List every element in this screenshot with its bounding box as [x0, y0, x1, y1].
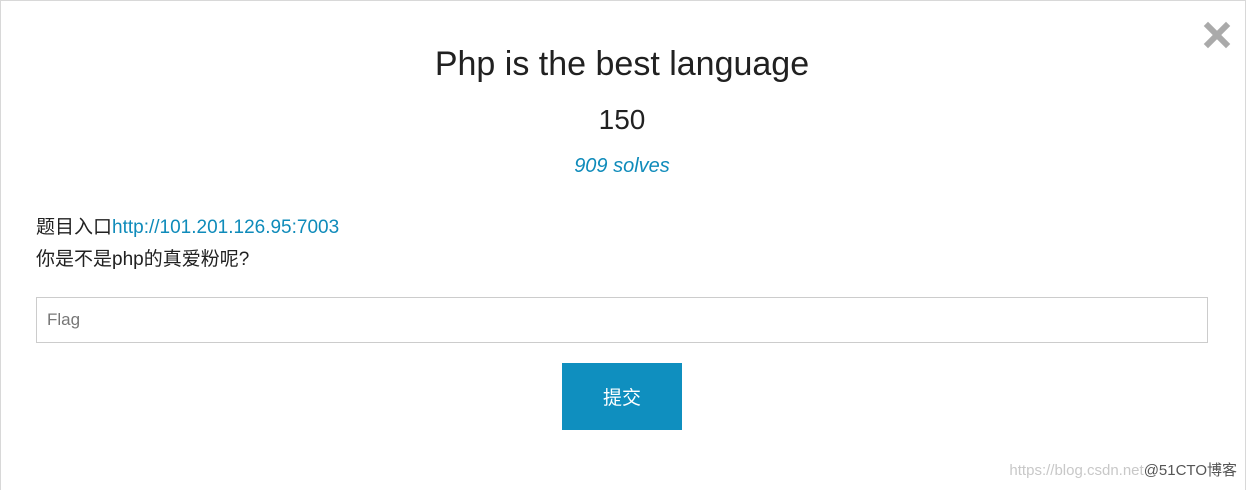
description-line-2: 你是不是php的真爱粉呢?: [36, 249, 250, 270]
flag-input[interactable]: [36, 297, 1208, 343]
watermark-url: https://blog.csdn.net: [1009, 462, 1144, 479]
watermark: https://blog.csdn.net@51CTO博客: [1009, 459, 1237, 480]
description-line-1: 题目入口http://101.201.126.95:7003: [36, 212, 339, 244]
solves-count-link[interactable]: 909 solves: [1, 155, 1243, 178]
watermark-brand: @51CTO博客: [1143, 462, 1237, 479]
challenge-entry-link[interactable]: http://101.201.126.95:7003: [112, 217, 339, 238]
challenge-modal: Php is the best language 150 909 solves …: [0, 0, 1246, 490]
submit-button[interactable]: 提交: [562, 363, 682, 430]
challenge-title: Php is the best language: [434, 45, 810, 83]
description-prefix: 题目入口: [36, 217, 113, 238]
challenge-description: 题目入口http://101.201.126.95:7003 你是不是php的真…: [36, 212, 339, 276]
challenge-points: 150: [598, 104, 646, 135]
